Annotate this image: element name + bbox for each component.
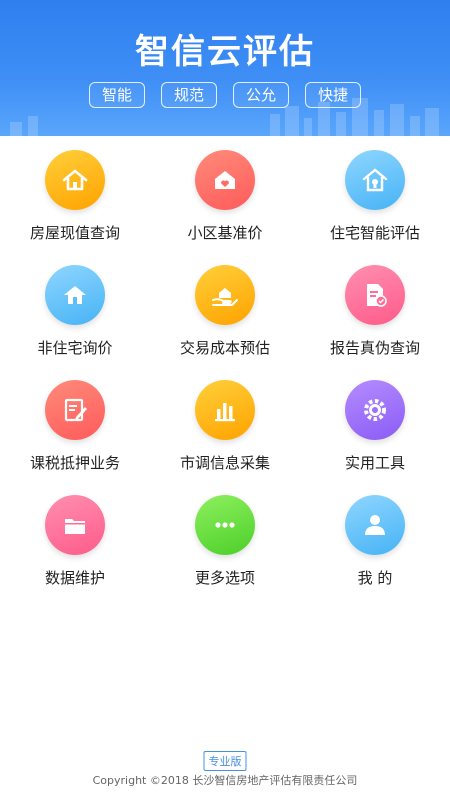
- user-icon: [345, 495, 405, 555]
- menu-item-hand-house[interactable]: 交易成本预估: [150, 251, 300, 366]
- menu-item-label: 非住宅询价: [37, 339, 113, 357]
- menu-item-label: 市调信息采集: [179, 454, 270, 472]
- menu-item-label: 实用工具: [344, 454, 405, 472]
- menu-item-document-check[interactable]: 报告真伪查询: [300, 251, 450, 366]
- menu-item-label: 交易成本预估: [179, 339, 270, 357]
- folder-icon: [45, 495, 105, 555]
- menu-item-label: 报告真伪查询: [329, 339, 420, 357]
- menu-item-edit-document[interactable]: 课税抵押业务: [0, 366, 150, 481]
- menu-item-home[interactable]: 非住宅询价: [0, 251, 150, 366]
- header-banner: 智信云评估 智能 规范 公允 快捷: [0, 0, 450, 136]
- smart-house-icon: [345, 150, 405, 210]
- menu-item-label: 房屋现值查询: [29, 224, 120, 242]
- menu-item-label: 我 的: [357, 569, 393, 587]
- menu-item-user[interactable]: 我 的: [300, 481, 450, 596]
- menu-item-bar-chart[interactable]: 市调信息采集: [150, 366, 300, 481]
- document-check-icon: [345, 265, 405, 325]
- more-dots-icon: [195, 495, 255, 555]
- menu-item-folder[interactable]: 数据维护: [0, 481, 150, 596]
- edition-badge: 专业版: [203, 751, 247, 771]
- menu-item-label: 住宅智能评估: [329, 224, 420, 242]
- menu-item-label: 数据维护: [44, 569, 105, 587]
- house-icon: [45, 150, 105, 210]
- edit-document-icon: [45, 380, 105, 440]
- menu-item-house-heart[interactable]: 小区基准价: [150, 136, 300, 251]
- menu-item-house[interactable]: 房屋现值查询: [0, 136, 150, 251]
- menu-item-label: 课税抵押业务: [29, 454, 120, 472]
- menu-item-label: 更多选项: [194, 569, 255, 587]
- home-icon: [45, 265, 105, 325]
- gear-icon: [345, 380, 405, 440]
- menu-item-smart-house[interactable]: 住宅智能评估: [300, 136, 450, 251]
- menu-item-more-dots[interactable]: 更多选项: [150, 481, 300, 596]
- hand-house-icon: [195, 265, 255, 325]
- menu-item-label: 小区基准价: [187, 224, 263, 242]
- bar-chart-icon: [195, 380, 255, 440]
- menu-item-gear[interactable]: 实用工具: [300, 366, 450, 481]
- copyright-text: Copyright ©2018 长沙智信房地产评估有限责任公司: [92, 774, 358, 787]
- app-title: 智信云评估: [135, 32, 315, 72]
- city-skyline-decoration: [10, 98, 439, 136]
- house-heart-icon: [195, 150, 255, 210]
